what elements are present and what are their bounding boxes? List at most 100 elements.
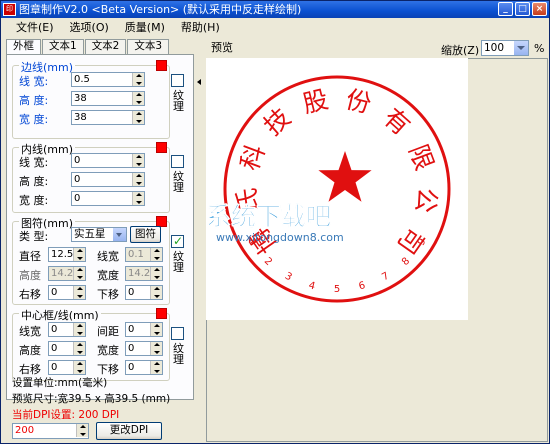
center-spacing-input[interactable]: 0: [125, 322, 163, 337]
watermark-url: www.xitongdown8.com: [216, 231, 344, 244]
tab-text1[interactable]: 文本1: [42, 39, 84, 54]
minimize-icon[interactable]: _: [498, 2, 513, 16]
spin-arrows-icon[interactable]: [73, 342, 85, 355]
spin-arrows-icon[interactable]: [132, 111, 144, 124]
symbol-type-label: 类 型:: [19, 230, 49, 243]
center-width-label: 宽度: [97, 344, 119, 357]
window-title: 图章制作V2.0 <Beta Version> (默认采用中反走样绘制): [19, 3, 302, 16]
preview-title: 预览: [211, 41, 233, 54]
symbol-down-label: 下移: [97, 288, 119, 301]
zoom-select[interactable]: 100: [481, 40, 529, 56]
symbol-linewidth-input[interactable]: 0.1: [125, 247, 163, 262]
spin-arrows-icon[interactable]: [132, 73, 144, 86]
center-height-input[interactable]: 0: [48, 341, 86, 356]
symbol-texture-checkbox[interactable]: [171, 234, 184, 248]
zoom-percent-sign: %: [534, 42, 545, 55]
maximize-icon[interactable]: □: [515, 2, 530, 16]
spin-arrows-icon[interactable]: [150, 286, 162, 299]
change-dpi-button[interactable]: 更改DPI: [96, 422, 162, 440]
stamp-char: 股: [300, 85, 331, 119]
stamp-number: 3: [283, 271, 294, 284]
border-linewidth-input[interactable]: 0.5: [71, 72, 145, 87]
spin-arrows-icon[interactable]: [150, 248, 162, 261]
spin-arrows-icon[interactable]: [73, 323, 85, 336]
symbol-height-input[interactable]: 14.2: [48, 266, 86, 281]
spin-arrows-icon[interactable]: [132, 173, 144, 186]
collapse-left-icon[interactable]: [197, 79, 201, 85]
spin-arrows-icon[interactable]: [73, 248, 85, 261]
center-right-input[interactable]: 0: [48, 360, 86, 375]
center-color-swatch[interactable]: [156, 308, 167, 319]
tab-text2[interactable]: 文本2: [84, 39, 127, 54]
inner-linewidth-input[interactable]: 0: [71, 153, 145, 168]
spin-arrows-icon[interactable]: [150, 342, 162, 355]
symbol-height-label: 高度: [19, 269, 41, 282]
spin-arrows-icon[interactable]: [132, 92, 144, 105]
spin-arrows-icon[interactable]: [132, 154, 144, 167]
chevron-down-icon[interactable]: [113, 228, 126, 241]
spin-arrows-icon[interactable]: [76, 424, 88, 437]
symbol-down-input[interactable]: 0: [125, 285, 163, 300]
stamp-graphic: 博氏科技股 份有限公司 1234 5 6789: [223, 75, 451, 303]
tab-frame[interactable]: 外框: [6, 39, 41, 54]
chevron-down-icon[interactable]: [514, 41, 528, 55]
symbol-group: 图符(mm) 类 型: 实五星 图符 直径 12.5 线宽 0.1 高度 14.…: [12, 215, 170, 305]
inner-color-swatch[interactable]: [156, 142, 167, 153]
tab-strip: 外框 文本1 文本2 文本3: [6, 39, 170, 54]
stamp-number: 2: [262, 256, 274, 268]
border-color-swatch[interactable]: [156, 60, 167, 71]
inner-width-label: 宽 度:: [19, 194, 49, 207]
inner-texture-label: 纹理: [173, 170, 184, 194]
border-width-input[interactable]: 38: [71, 110, 145, 125]
inner-linewidth-label: 线 宽:: [19, 156, 49, 169]
close-icon[interactable]: ×: [532, 2, 547, 16]
stamp-char: 份: [343, 85, 374, 119]
tab-text3[interactable]: 文本3: [127, 39, 170, 54]
stamp-number: 8: [400, 256, 412, 268]
symbol-texture-label: 纹理: [173, 250, 184, 274]
menu-help[interactable]: 帮助(H): [173, 19, 228, 36]
preview-size-info: 预览尺寸:宽39.5 x 高39.5 (mm): [12, 393, 171, 405]
spin-arrows-icon[interactable]: [150, 267, 162, 280]
center-texture-checkbox[interactable]: [171, 327, 184, 340]
symbol-type-select[interactable]: 实五星: [71, 227, 127, 242]
symbol-diameter-input[interactable]: 12.5: [48, 247, 86, 262]
stamp-app-icon[interactable]: 印: [3, 3, 16, 16]
center-down-input[interactable]: 0: [125, 360, 163, 375]
spin-arrows-icon[interactable]: [73, 267, 85, 280]
title-bar[interactable]: 印 图章制作V2.0 <Beta Version> (默认采用中反走样绘制) _…: [1, 1, 549, 18]
spin-arrows-icon[interactable]: [73, 361, 85, 374]
stamp-number: 4: [307, 280, 316, 292]
inner-width-input[interactable]: 0: [71, 191, 145, 206]
zoom-label: 缩放(Z): [441, 44, 480, 57]
dpi-input[interactable]: 200: [12, 423, 89, 439]
stamp-char: 公: [410, 186, 442, 214]
inner-texture-checkbox[interactable]: [171, 155, 184, 168]
center-linewidth-label: 线宽: [19, 325, 41, 338]
spin-arrows-icon[interactable]: [150, 323, 162, 336]
settings-panel: 外框 文本1 文本2 文本3 边线(mm) 线 宽: 0.5 高 度: 38 宽…: [4, 37, 196, 442]
menu-file[interactable]: 文件(E): [8, 19, 62, 36]
menu-options[interactable]: 选项(O): [62, 19, 117, 36]
spin-arrows-icon[interactable]: [73, 286, 85, 299]
inner-height-input[interactable]: 0: [71, 172, 145, 187]
symbol-width-label: 宽度: [97, 269, 119, 282]
border-height-input[interactable]: 38: [71, 91, 145, 106]
app-window: 印 图章制作V2.0 <Beta Version> (默认采用中反走样绘制) _…: [0, 0, 550, 444]
inner-line-group: 内线(mm) 线 宽: 0 高 度: 0 宽 度: 0: [12, 141, 170, 213]
stamp-canvas[interactable]: 博氏科技股份有限公司 123456789: [206, 58, 468, 320]
frame-tab-panel: 边线(mm) 线 宽: 0.5 高 度: 38 宽 度: 38 纹理 内线(mm…: [6, 54, 194, 400]
center-width-input[interactable]: 0: [125, 341, 163, 356]
menu-bar: 文件(E) 选项(O) 质量(M) 帮助(H): [2, 19, 548, 36]
symbol-right-input[interactable]: 0: [48, 285, 86, 300]
symbol-button[interactable]: 图符: [130, 226, 161, 243]
spin-arrows-icon[interactable]: [150, 361, 162, 374]
menu-quality[interactable]: 质量(M): [117, 19, 173, 36]
center-linewidth-input[interactable]: 0: [48, 322, 86, 337]
border-texture-checkbox[interactable]: [171, 74, 184, 87]
unit-info: 设置单位:mm(毫米): [12, 377, 108, 389]
spin-arrows-icon[interactable]: [132, 192, 144, 205]
symbol-width-input[interactable]: 14.2: [125, 266, 163, 281]
center-line-group: 中心框/线(mm) 线宽 0 间距 0 高度 0 宽度 0 右移 0 下移 0: [12, 307, 170, 381]
stamp-star-icon: [318, 151, 372, 202]
